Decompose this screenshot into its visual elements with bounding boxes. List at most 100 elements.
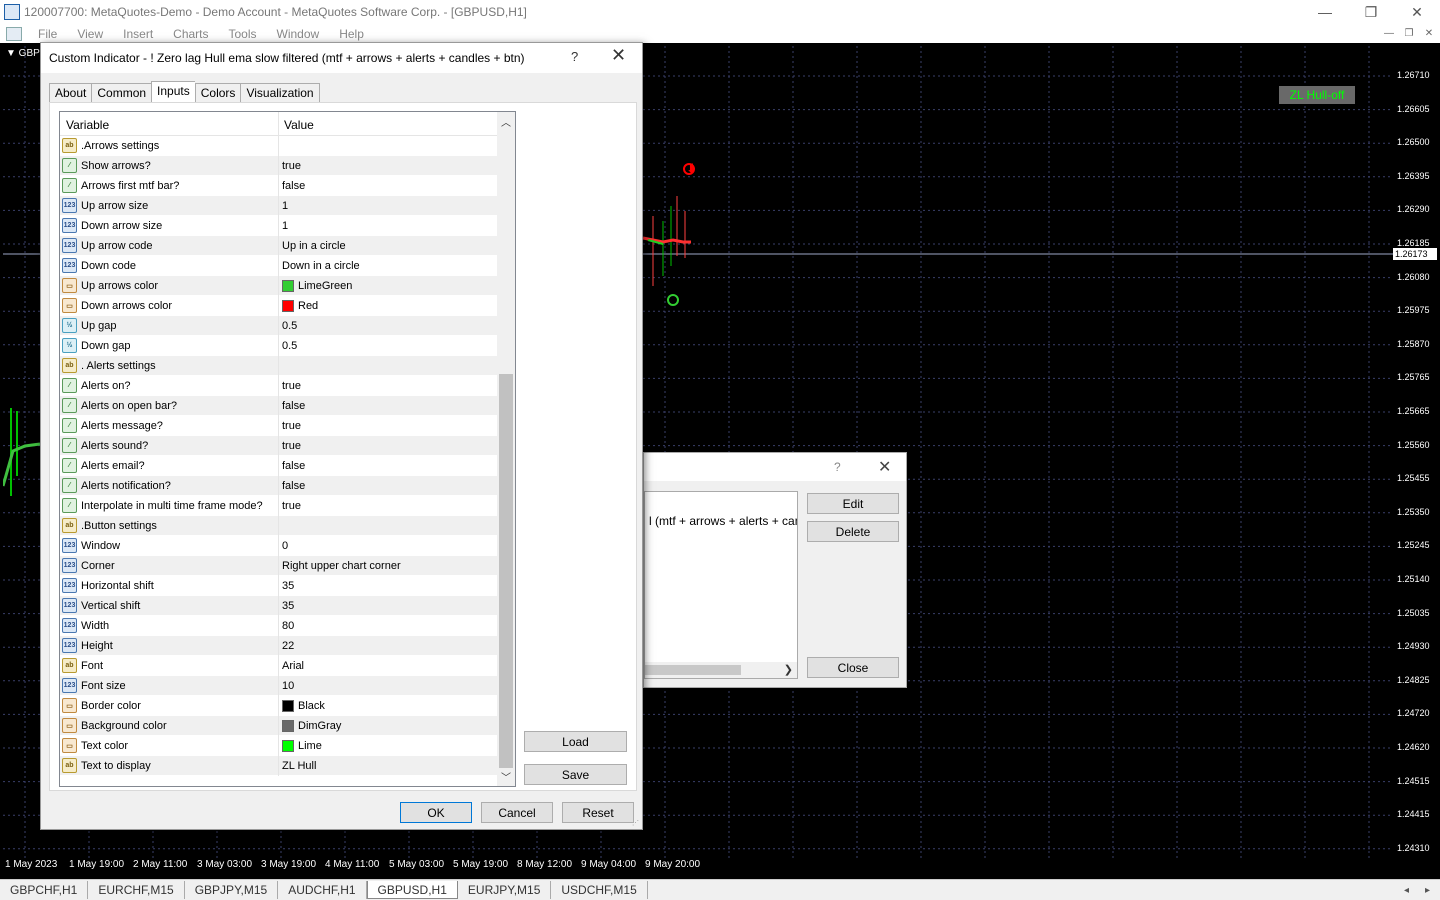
variable-value[interactable]: 1 [282, 220, 288, 232]
variable-value[interactable]: 0.5 [282, 320, 297, 332]
chart-minimize-icon[interactable]: — [1382, 26, 1396, 40]
tab-inputs[interactable]: Inputs [151, 81, 195, 103]
menu-tools[interactable]: Tools [219, 27, 267, 41]
table-row[interactable]: 123 Width 80 [60, 616, 497, 636]
variable-value[interactable]: false [282, 460, 305, 472]
table-row[interactable]: ⁄ Alerts on? true [60, 376, 497, 396]
table-row[interactable]: ▭ Down arrows color Red [60, 296, 497, 316]
tab-colors[interactable]: Colors [194, 83, 241, 103]
tab-gbpusd-h1[interactable]: GBPUSD,H1 [366, 881, 458, 899]
table-row[interactable]: 123 Corner Right upper chart corner [60, 556, 497, 576]
cancel-button[interactable]: Cancel [481, 802, 553, 823]
tab-eurchf-m15[interactable]: EURCHF,M15 [88, 881, 185, 899]
variable-value[interactable]: ZL Hull [282, 760, 316, 772]
resize-grip-icon[interactable]: ⋰ [632, 819, 640, 827]
table-row[interactable]: ⁄ Interpolate in multi time frame mode? tr… [60, 496, 497, 516]
table-row[interactable]: ▭ Text color Lime [60, 736, 497, 756]
table-row[interactable]: ab Text to display ZL Hull [60, 756, 497, 776]
scrollbar-thumb[interactable] [499, 374, 513, 768]
variable-value[interactable]: 80 [282, 620, 294, 632]
scroll-right-icon[interactable]: ▸ [1425, 885, 1430, 896]
horizontal-scrollbar[interactable]: ❯ [645, 662, 797, 678]
minimize-button[interactable]: — [1302, 0, 1348, 24]
tab-visualization[interactable]: Visualization [240, 83, 320, 103]
menu-insert[interactable]: Insert [113, 27, 163, 41]
variable-value[interactable]: true [282, 500, 301, 512]
dialog-close-icon[interactable]: ✕ [611, 45, 626, 66]
menu-window[interactable]: Window [267, 27, 330, 41]
variable-value[interactable]: 1 [282, 200, 288, 212]
close-dialog-button[interactable]: Close [807, 657, 899, 678]
tab-usdchf-m15[interactable]: USDCHF,M15 [551, 881, 648, 899]
table-row[interactable]: ½ Down gap 0.5 [60, 336, 497, 356]
table-row[interactable]: ab . Alerts settings [60, 356, 497, 376]
column-value[interactable]: Value [284, 118, 314, 132]
table-row[interactable]: ⁄ Alerts email? false [60, 456, 497, 476]
variable-value[interactable]: 22 [282, 640, 294, 652]
variable-value[interactable]: Lime [282, 740, 322, 752]
table-row[interactable]: 123 Vertical shift 35 [60, 596, 497, 616]
variable-value[interactable]: 0.5 [282, 340, 297, 352]
table-row[interactable]: ▭ Background color DimGray [60, 716, 497, 736]
list-item[interactable]: l (mtf + arrows + alerts + candl [649, 514, 797, 528]
table-row[interactable]: 123 Horizontal shift 35 [60, 576, 497, 596]
variable-value[interactable]: Right upper chart corner [282, 560, 401, 572]
variable-value[interactable]: 35 [282, 580, 294, 592]
variable-value[interactable]: true [282, 440, 301, 452]
chart-close-icon[interactable]: ✕ [1422, 26, 1436, 40]
vertical-scrollbar[interactable]: ︿ ﹀ [497, 112, 515, 786]
chart-window-icon[interactable] [6, 26, 22, 41]
scroll-left-icon[interactable]: ◂ [1404, 885, 1409, 896]
tab-gbpchf-h1[interactable]: GBPCHF,H1 [0, 881, 89, 899]
variable-value[interactable]: DimGray [282, 720, 341, 732]
indicators-help-button[interactable]: ? [834, 460, 841, 474]
variable-value[interactable]: true [282, 420, 301, 432]
menu-help[interactable]: Help [329, 27, 374, 41]
table-row[interactable]: ⁄ Alerts on open bar? false [60, 396, 497, 416]
variable-value[interactable]: LimeGreen [282, 280, 352, 292]
dialog-help-button[interactable]: ? [571, 49, 578, 64]
table-row[interactable]: ▭ Up arrows color LimeGreen [60, 276, 497, 296]
maximize-button[interactable]: ❐ [1348, 0, 1394, 24]
tab-common[interactable]: Common [91, 83, 152, 103]
zl-hull-toggle-button[interactable]: ZL Hull-off [1278, 85, 1356, 105]
table-row[interactable]: 123 Down arrow size 1 [60, 216, 497, 236]
variable-value[interactable]: 0 [282, 540, 288, 552]
chart-restore-icon[interactable]: ❐ [1402, 26, 1416, 40]
table-row[interactable]: ab .Button settings [60, 516, 497, 536]
ok-button[interactable]: OK [400, 802, 472, 823]
scroll-down-icon[interactable]: ﹀ [501, 769, 511, 784]
scroll-right-arrow-icon[interactable]: ❯ [784, 663, 793, 676]
edit-button[interactable]: Edit [807, 493, 899, 514]
inputs-grid[interactable]: Variable Value ab .Arrows settings ⁄ Show a… [59, 111, 516, 787]
indicators-close-icon[interactable]: ✕ [878, 457, 891, 477]
table-row[interactable]: ½ Up gap 0.5 [60, 316, 497, 336]
table-row[interactable]: ⁄ Show arrows? true [60, 156, 497, 176]
variable-value[interactable]: true [282, 380, 301, 392]
variable-value[interactable]: 10 [282, 680, 294, 692]
column-separator[interactable] [278, 112, 279, 136]
tab-gbpjpy-m15[interactable]: GBPJPY,M15 [185, 881, 279, 899]
table-row[interactable]: 123 Up arrow size 1 [60, 196, 497, 216]
variable-value[interactable]: false [282, 480, 305, 492]
variable-value[interactable]: Up in a circle [282, 240, 346, 252]
load-button[interactable]: Load [524, 731, 627, 752]
indicators-listbox[interactable]: l (mtf + arrows + alerts + candl ❯ [644, 491, 798, 679]
table-row[interactable]: ⁄ Alerts notification? false [60, 476, 497, 496]
variable-value[interactable]: Black [282, 700, 325, 712]
variable-value[interactable]: Arial [282, 660, 304, 672]
delete-button[interactable]: Delete [807, 521, 899, 542]
table-row[interactable]: ab .Arrows settings [60, 136, 497, 156]
save-button[interactable]: Save [524, 764, 627, 785]
variable-value[interactable]: Down in a circle [282, 260, 360, 272]
variable-value[interactable]: Red [282, 300, 318, 312]
close-button[interactable]: ✕ [1394, 0, 1440, 24]
variable-value[interactable]: false [282, 400, 305, 412]
table-row[interactable]: 123 Window 0 [60, 536, 497, 556]
table-row[interactable]: ab Font Arial [60, 656, 497, 676]
table-row[interactable]: ⁄ Alerts sound? true [60, 436, 497, 456]
table-row[interactable]: 123 Up arrow code Up in a circle [60, 236, 497, 256]
column-variable[interactable]: Variable [66, 118, 109, 132]
reset-button[interactable]: Reset [562, 802, 634, 823]
table-row[interactable]: ⁄ Alerts message? true [60, 416, 497, 436]
